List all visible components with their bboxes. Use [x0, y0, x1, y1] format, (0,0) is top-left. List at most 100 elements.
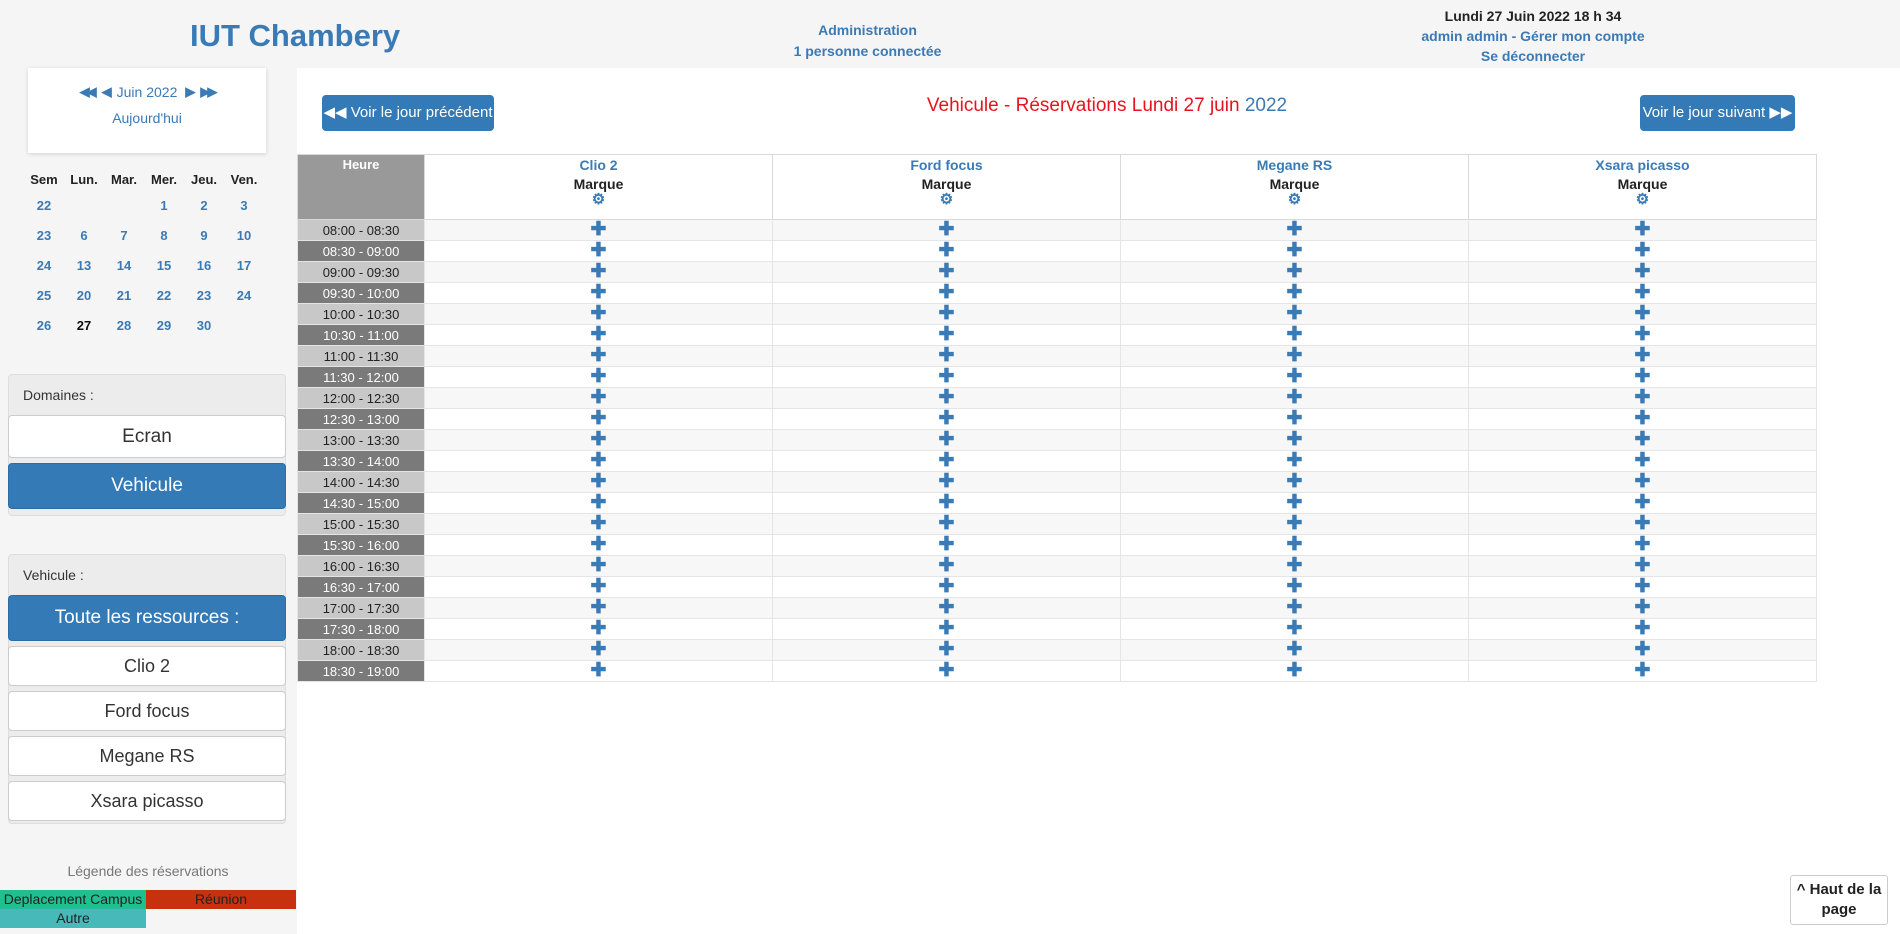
add-reservation-cell[interactable]: ✚: [1468, 618, 1817, 640]
add-reservation-cell[interactable]: ✚: [424, 240, 773, 262]
add-reservation-cell[interactable]: ✚: [772, 282, 1121, 304]
add-reservation-cell[interactable]: ✚: [772, 576, 1121, 598]
resource-button-xsara-picasso[interactable]: Xsara picasso: [8, 781, 286, 821]
cal-day[interactable]: 20: [64, 280, 104, 310]
cal-day[interactable]: 15: [144, 250, 184, 280]
add-reservation-cell[interactable]: ✚: [424, 345, 773, 367]
add-reservation-cell[interactable]: ✚: [1120, 450, 1469, 472]
resource-button-clio-2[interactable]: Clio 2: [8, 646, 286, 686]
add-reservation-cell[interactable]: ✚: [1468, 555, 1817, 577]
add-reservation-cell[interactable]: ✚: [1468, 408, 1817, 430]
add-reservation-cell[interactable]: ✚: [424, 513, 773, 535]
add-reservation-cell[interactable]: ✚: [772, 219, 1121, 241]
connected-users-link[interactable]: 1 personne connectée: [760, 41, 975, 62]
add-reservation-cell[interactable]: ✚: [772, 387, 1121, 409]
add-reservation-cell[interactable]: ✚: [1120, 471, 1469, 493]
administration-link[interactable]: Administration: [760, 20, 975, 41]
gear-icon[interactable]: ⚙: [425, 192, 772, 208]
add-reservation-cell[interactable]: ✚: [424, 219, 773, 241]
cal-day[interactable]: 28: [104, 310, 144, 340]
cal-day[interactable]: 3: [224, 190, 264, 220]
add-reservation-cell[interactable]: ✚: [1468, 471, 1817, 493]
cal-week-number[interactable]: 22: [24, 190, 64, 220]
add-reservation-cell[interactable]: ✚: [772, 303, 1121, 325]
cal-day[interactable]: 23: [184, 280, 224, 310]
domain-button-ecran[interactable]: Ecran: [8, 415, 286, 458]
cal-day[interactable]: 14: [104, 250, 144, 280]
logout-link[interactable]: Se déconnecter: [1370, 46, 1696, 66]
cal-day[interactable]: 21: [104, 280, 144, 310]
add-reservation-cell[interactable]: ✚: [424, 576, 773, 598]
add-reservation-cell[interactable]: ✚: [772, 618, 1121, 640]
previous-day-button[interactable]: ◀◀ Voir le jour précédent: [322, 95, 494, 131]
add-reservation-cell[interactable]: ✚: [424, 534, 773, 556]
add-reservation-cell[interactable]: ✚: [1120, 429, 1469, 451]
add-reservation-cell[interactable]: ✚: [424, 408, 773, 430]
add-reservation-cell[interactable]: ✚: [772, 450, 1121, 472]
next-month-icon[interactable]: ▶: [185, 84, 195, 100]
add-reservation-cell[interactable]: ✚: [1120, 261, 1469, 283]
add-reservation-cell[interactable]: ✚: [1120, 555, 1469, 577]
cal-day[interactable]: 8: [144, 220, 184, 250]
add-reservation-cell[interactable]: ✚: [772, 429, 1121, 451]
resource-name-link[interactable]: Ford focus: [773, 157, 1120, 173]
cal-week-number[interactable]: 26: [24, 310, 64, 340]
cal-day[interactable]: 17: [224, 250, 264, 280]
gear-icon[interactable]: ⚙: [1469, 192, 1816, 208]
add-reservation-cell[interactable]: ✚: [1468, 261, 1817, 283]
gear-icon[interactable]: ⚙: [1121, 192, 1468, 208]
prev-year-icon[interactable]: ◀◀: [80, 84, 97, 100]
add-reservation-cell[interactable]: ✚: [1120, 324, 1469, 346]
add-reservation-cell[interactable]: ✚: [424, 282, 773, 304]
add-reservation-cell[interactable]: ✚: [1120, 303, 1469, 325]
today-link[interactable]: Aujourd'hui: [28, 110, 266, 126]
add-reservation-cell[interactable]: ✚: [1120, 387, 1469, 409]
cal-week-number[interactable]: 25: [24, 280, 64, 310]
add-reservation-cell[interactable]: ✚: [1120, 492, 1469, 514]
add-reservation-cell[interactable]: ✚: [424, 618, 773, 640]
add-reservation-cell[interactable]: ✚: [1468, 345, 1817, 367]
add-reservation-cell[interactable]: ✚: [772, 471, 1121, 493]
add-reservation-cell[interactable]: ✚: [1120, 240, 1469, 262]
resource-button-megane-rs[interactable]: Megane RS: [8, 736, 286, 776]
add-reservation-cell[interactable]: ✚: [772, 324, 1121, 346]
cal-week-number[interactable]: 23: [24, 220, 64, 250]
add-reservation-cell[interactable]: ✚: [1468, 282, 1817, 304]
add-reservation-cell[interactable]: ✚: [424, 555, 773, 577]
back-to-top-button[interactable]: ^ Haut de la page: [1790, 875, 1888, 925]
add-reservation-cell[interactable]: ✚: [1468, 450, 1817, 472]
add-reservation-cell[interactable]: ✚: [424, 639, 773, 661]
add-reservation-cell[interactable]: ✚: [1468, 387, 1817, 409]
add-reservation-cell[interactable]: ✚: [424, 303, 773, 325]
add-reservation-cell[interactable]: ✚: [772, 345, 1121, 367]
cal-day[interactable]: 9: [184, 220, 224, 250]
next-day-button[interactable]: Voir le jour suivant ▶▶: [1640, 95, 1795, 131]
resource-name-link[interactable]: Megane RS: [1121, 157, 1468, 173]
add-reservation-cell[interactable]: ✚: [772, 639, 1121, 661]
add-reservation-cell[interactable]: ✚: [1468, 324, 1817, 346]
add-reservation-cell[interactable]: ✚: [1120, 639, 1469, 661]
cal-day[interactable]: 22: [144, 280, 184, 310]
add-reservation-cell[interactable]: ✚: [1468, 534, 1817, 556]
add-reservation-cell[interactable]: ✚: [424, 261, 773, 283]
add-reservation-cell[interactable]: ✚: [1120, 597, 1469, 619]
add-reservation-cell[interactable]: ✚: [424, 387, 773, 409]
add-reservation-cell[interactable]: ✚: [772, 408, 1121, 430]
add-reservation-cell[interactable]: ✚: [1468, 597, 1817, 619]
cal-day[interactable]: 30: [184, 310, 224, 340]
add-reservation-cell[interactable]: ✚: [424, 429, 773, 451]
cal-day[interactable]: 24: [224, 280, 264, 310]
add-reservation-cell[interactable]: ✚: [424, 366, 773, 388]
add-reservation-cell[interactable]: ✚: [1120, 282, 1469, 304]
resource-button-ford-focus[interactable]: Ford focus: [8, 691, 286, 731]
add-reservation-cell[interactable]: ✚: [1468, 303, 1817, 325]
gear-icon[interactable]: ⚙: [773, 192, 1120, 208]
add-reservation-cell[interactable]: ✚: [424, 492, 773, 514]
add-reservation-cell[interactable]: ✚: [1468, 429, 1817, 451]
month-label[interactable]: Juin 2022: [117, 84, 178, 100]
add-reservation-cell[interactable]: ✚: [772, 366, 1121, 388]
add-reservation-cell[interactable]: ✚: [772, 597, 1121, 619]
add-reservation-cell[interactable]: ✚: [1468, 513, 1817, 535]
cal-day[interactable]: 2: [184, 190, 224, 220]
add-reservation-cell[interactable]: ✚: [772, 261, 1121, 283]
